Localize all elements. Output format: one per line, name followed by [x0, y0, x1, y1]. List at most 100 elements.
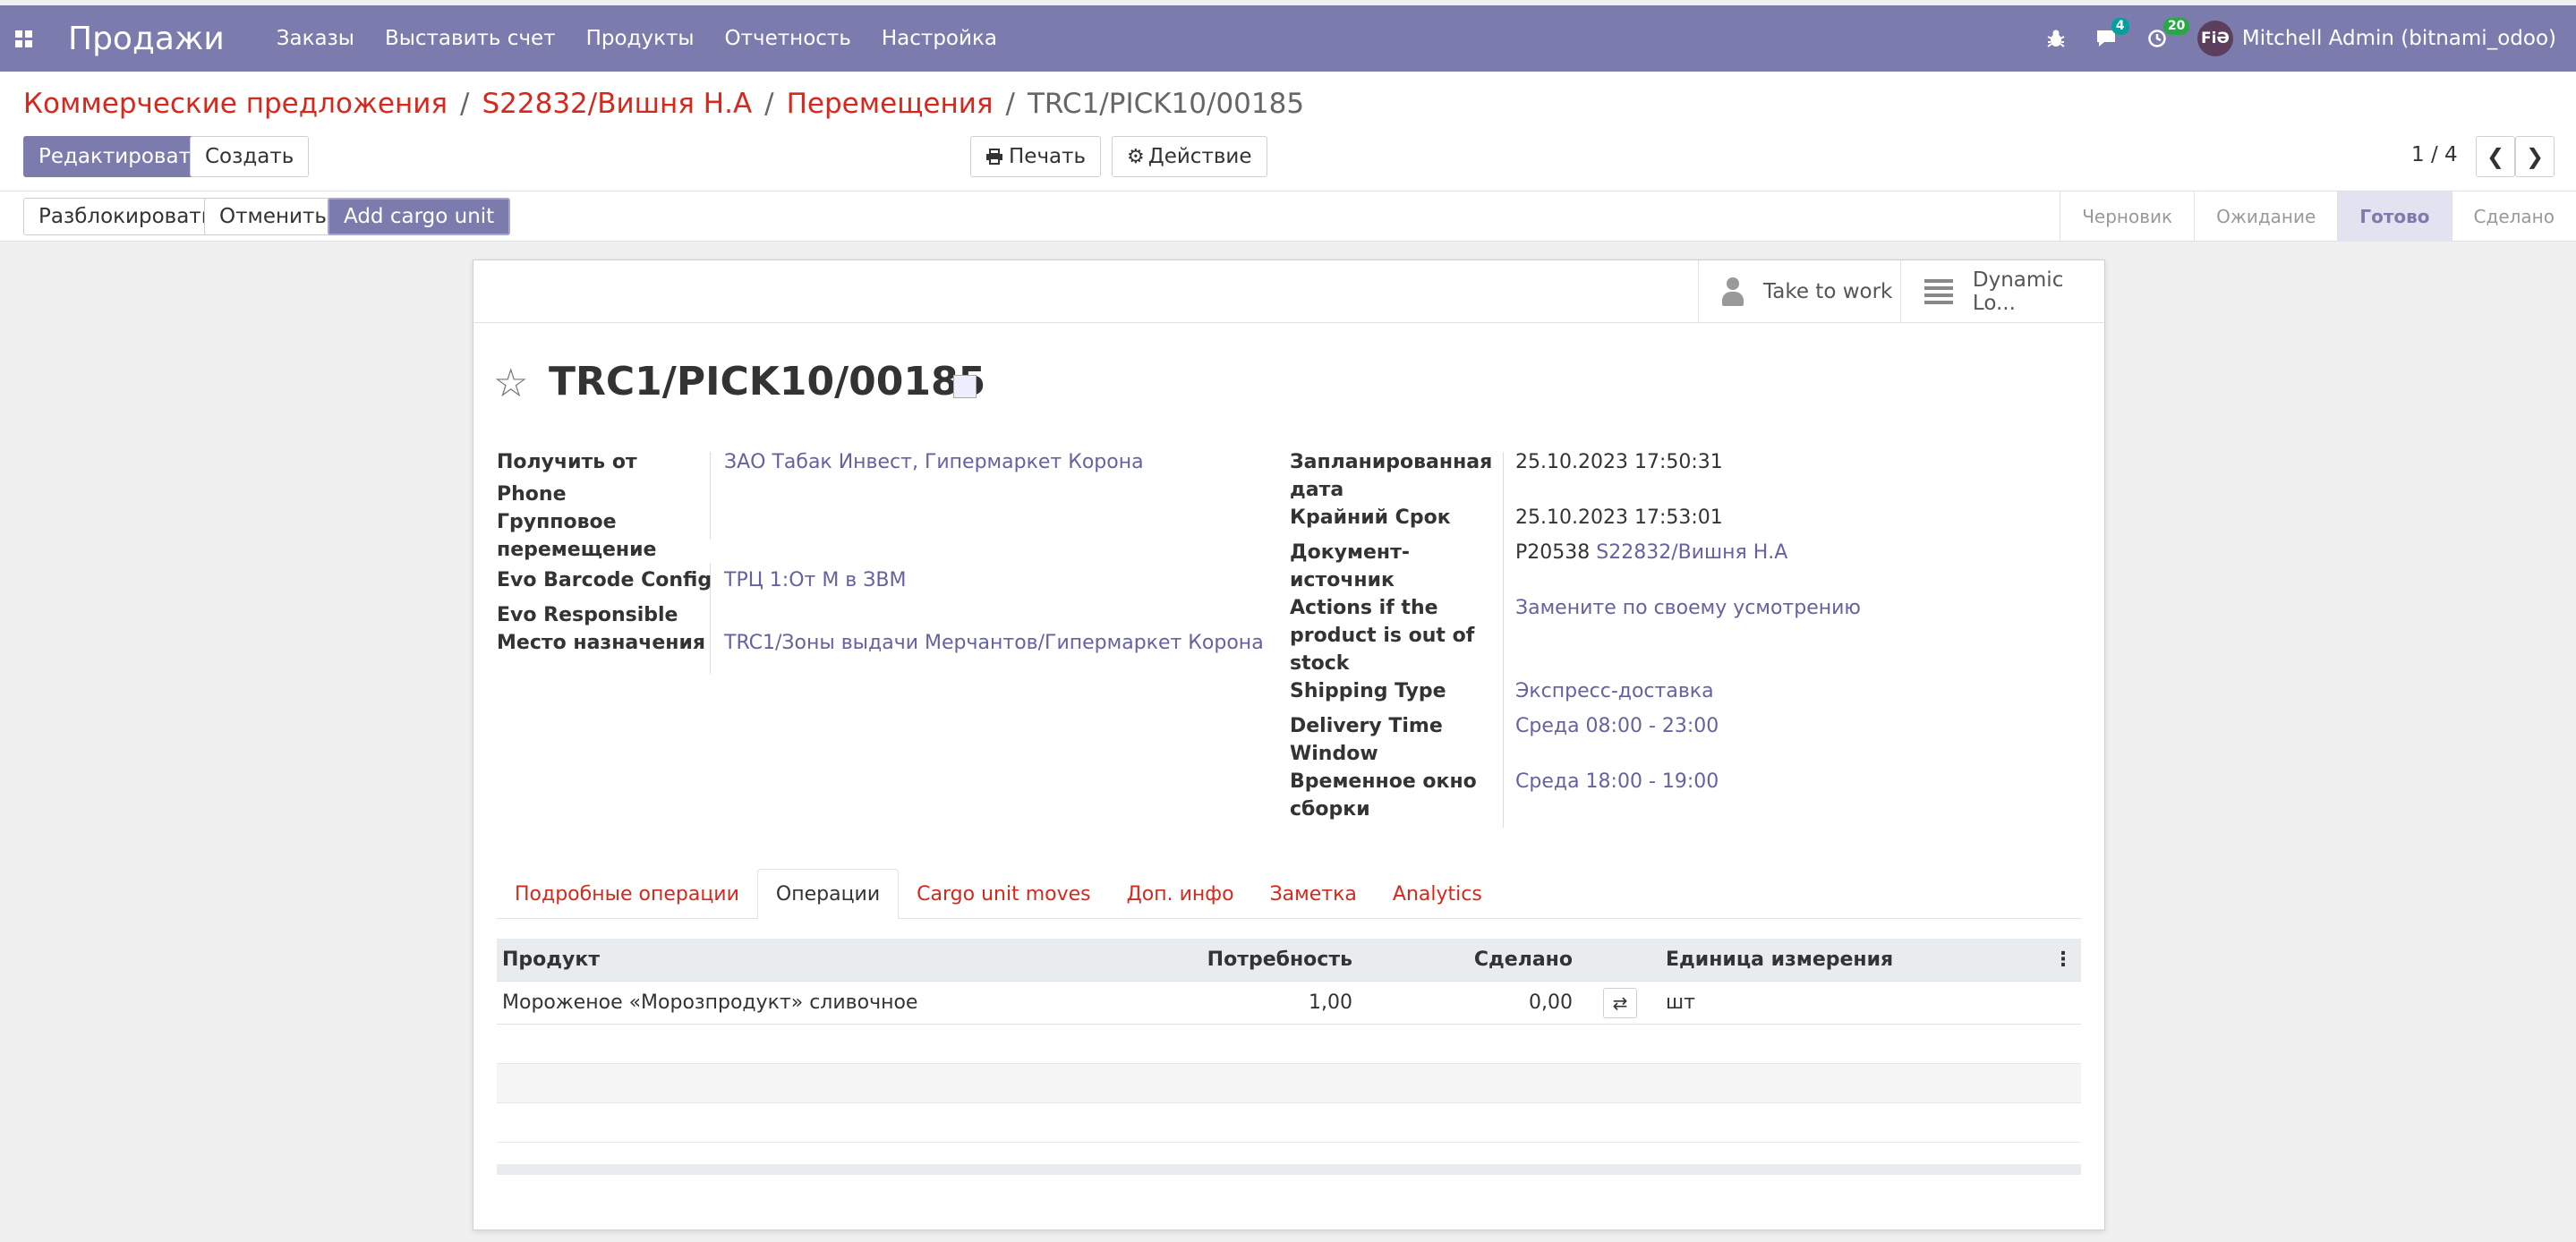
- origin-field[interactable]: P20538 S22832/Вишня Н.А: [1515, 539, 1787, 566]
- shipping-type-field[interactable]: Экспресс-доставка: [1515, 677, 1714, 705]
- destination-field[interactable]: TRC1/Зоны выдачи Мерчантов/Гипермаркет К…: [724, 629, 1264, 657]
- clock-icon: [2148, 30, 2166, 47]
- unlock-button[interactable]: Разблокировать: [23, 198, 229, 235]
- column-product[interactable]: Продукт: [497, 949, 1118, 971]
- delivery-window-field[interactable]: Среда 08:00 - 23:00: [1515, 712, 1719, 740]
- stock-actions-label: Actions if the: [1290, 597, 1438, 619]
- stock-actions-field[interactable]: Замените по своему усмотрению: [1515, 594, 1861, 622]
- smart-button-box: Take to work Dynamic Lo...: [473, 260, 2104, 323]
- create-button[interactable]: Создать: [190, 136, 310, 177]
- take-to-work-label: Take to work: [1763, 280, 1893, 303]
- breadcrumb-current: TRC1/PICK10/00185: [1028, 88, 1305, 120]
- field-divider: [710, 452, 711, 540]
- row-demand: 1,00: [1309, 991, 1352, 1014]
- deadline-field[interactable]: 25.10.2023 17:53:01: [1515, 504, 1723, 532]
- pager-previous-button[interactable]: ❮: [2476, 136, 2515, 177]
- pager-next-button[interactable]: ❯: [2515, 136, 2555, 177]
- stage-pipeline: Черновик Ожидание Готово Сделано: [2060, 191, 2576, 242]
- activities-button[interactable]: 20: [2147, 18, 2190, 48]
- row-done: 0,00: [1529, 991, 1573, 1014]
- menu-products[interactable]: Продукты: [586, 27, 695, 50]
- main-menu: Заказы Выставить счет Продукты Отчетност…: [277, 27, 997, 50]
- menu-settings[interactable]: Настройка: [882, 27, 997, 50]
- scheduled-date-field[interactable]: 25.10.2023 17:50:31: [1515, 448, 1723, 476]
- deadline-label: Крайний Срок: [1290, 506, 1451, 529]
- origin-label: источник: [1290, 569, 1395, 591]
- chevron-left-icon: ❮: [2486, 144, 2505, 169]
- exchange-icon[interactable]: ⇄: [1603, 987, 1637, 1018]
- menu-orders[interactable]: Заказы: [277, 27, 354, 50]
- messages-badge: 4: [2111, 18, 2129, 35]
- breadcrumb: Коммерческие предложения / S22832/Вишня …: [23, 88, 1304, 120]
- scheduled-date-label: дата: [1290, 479, 1344, 501]
- group-transfer-label: Групповое: [497, 511, 617, 533]
- print-button[interactable]: Печать: [970, 136, 1102, 177]
- add-cargo-unit-button[interactable]: Add cargo unit: [328, 198, 511, 235]
- stock-actions-label: stock: [1290, 652, 1350, 675]
- origin-link[interactable]: S22832/Вишня Н.А: [1596, 541, 1787, 564]
- stock-actions-label: product is out of: [1290, 625, 1475, 647]
- star-icon[interactable]: ☆: [493, 361, 528, 406]
- delivery-window-label: Delivery Time: [1290, 715, 1443, 737]
- column-uom[interactable]: Единица измерения: [1657, 949, 2045, 971]
- stage-draft: Черновик: [2060, 191, 2194, 242]
- tab-additional-info[interactable]: Доп. инфо: [1109, 869, 1252, 919]
- user-menu[interactable]: FiƏ Mitchell Admin (bitnami_odoo): [2196, 21, 2556, 56]
- evo-responsible-label: Evo Responsible: [497, 604, 678, 626]
- evo-config-label: Evo Barcode Config: [497, 569, 712, 591]
- record-title: TRC1/PICK10/00185: [549, 359, 986, 404]
- user-icon: [1722, 277, 1744, 306]
- evo-config-field[interactable]: ТРЦ 1:От М в ЗВМ: [724, 566, 906, 594]
- tab-detailed-operations[interactable]: Подробные операции: [497, 869, 757, 919]
- breadcrumb-transfers[interactable]: Перемещения: [787, 88, 994, 120]
- stage-waiting: Ожидание: [2194, 191, 2337, 242]
- assembly-window-field[interactable]: Среда 18:00 - 19:00: [1515, 768, 1719, 795]
- gear-icon: ⚙: [1127, 145, 1145, 168]
- pager-value[interactable]: 1 / 4: [2411, 143, 2458, 166]
- list-icon: [1924, 279, 1953, 304]
- print-label: Печать: [1009, 145, 1087, 168]
- breadcrumb-quotations[interactable]: Коммерческие предложения: [23, 88, 448, 120]
- breadcrumb-separator: /: [460, 88, 470, 120]
- menu-invoicing[interactable]: Выставить счет: [385, 27, 556, 50]
- stage-ready: Готово: [2337, 191, 2452, 242]
- statusbar: Разблокировать Отменить Add cargo unit Ч…: [0, 191, 2576, 242]
- breadcrumb-order[interactable]: S22832/Вишня Н.А: [482, 88, 752, 120]
- breadcrumb-separator: /: [764, 88, 774, 120]
- table-row[interactable]: Мороженое «Морозпродукт» сливочное 1,00 …: [497, 982, 2081, 1025]
- cancel-button[interactable]: Отменить: [204, 198, 342, 235]
- tab-note[interactable]: Заметка: [1252, 869, 1375, 919]
- dynamic-location-button[interactable]: Dynamic Lo...: [1900, 260, 2104, 323]
- breadcrumb-separator: /: [1005, 88, 1015, 120]
- table-footer: [497, 1164, 2081, 1175]
- phone-label: Phone: [497, 483, 567, 506]
- take-to-work-button[interactable]: Take to work: [1698, 260, 1900, 323]
- activities-badge: 20: [2162, 18, 2190, 35]
- apps-menu-icon[interactable]: [0, 5, 47, 72]
- app-brand[interactable]: Продажи: [68, 21, 225, 57]
- stage-done: Сделано: [2451, 191, 2576, 242]
- empty-row: [497, 1064, 2081, 1103]
- messages-button[interactable]: 4: [2095, 18, 2129, 48]
- edit-button[interactable]: Редактировать: [23, 136, 218, 177]
- tab-operations[interactable]: Операции: [756, 869, 900, 919]
- form-sheet: Take to work Dynamic Lo... ☆ TRC1/PICK10…: [473, 259, 2105, 1230]
- tab-analytics[interactable]: Analytics: [1375, 869, 1500, 919]
- origin-label: Документ-: [1290, 541, 1410, 564]
- debug-icon[interactable]: [2047, 29, 2065, 48]
- tab-cargo-unit-moves[interactable]: Cargo unit moves: [899, 869, 1108, 919]
- row-product: Мороженое «Морозпродукт» сливочное: [502, 991, 918, 1014]
- partner-field[interactable]: ЗАО Табак Инвест, Гипермаркет Корона: [724, 448, 1144, 476]
- empty-row: [497, 1103, 2081, 1143]
- operations-table: Продукт Потребность Сделано Единица изме…: [497, 939, 2081, 1175]
- origin-code: P20538: [1515, 541, 1591, 564]
- partner-label: Получить от: [497, 451, 637, 473]
- column-demand[interactable]: Потребность: [1118, 949, 1369, 971]
- delivery-window-label: Window: [1290, 743, 1378, 765]
- action-button[interactable]: ⚙ Действие: [1112, 136, 1267, 177]
- assembly-window-label: Временное окно: [1290, 770, 1477, 793]
- control-panel: Коммерческие предложения / S22832/Вишня …: [0, 72, 2576, 191]
- column-options-icon[interactable]: ⋮: [2045, 949, 2081, 971]
- column-done[interactable]: Сделано: [1369, 949, 1583, 971]
- menu-reporting[interactable]: Отчетность: [725, 27, 851, 50]
